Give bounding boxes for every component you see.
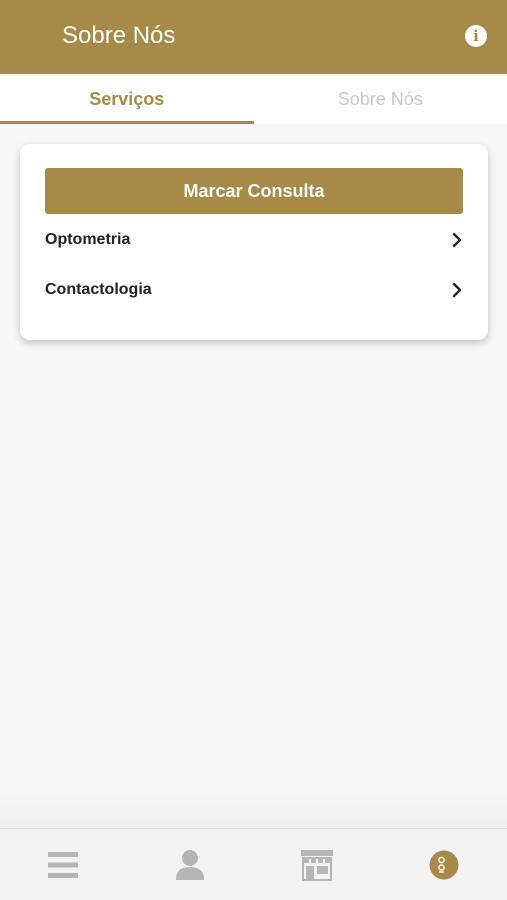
chevron-right-icon xyxy=(452,282,462,298)
tab-sobre-nos[interactable]: Sobre Nós xyxy=(254,74,507,124)
store-icon xyxy=(300,849,333,881)
tabbar-item-store[interactable] xyxy=(254,829,381,900)
chevron-right-icon xyxy=(452,232,462,248)
services-card: Marcar Consulta Optometria Contactologia xyxy=(20,144,488,340)
user-icon xyxy=(176,849,205,880)
bottom-tab-bar xyxy=(0,828,507,900)
tab-servicos[interactable]: Serviços xyxy=(0,74,254,124)
tab-bar-top: Serviços Sobre Nós xyxy=(0,74,507,124)
page-title: Sobre Nós xyxy=(62,22,176,49)
info-button[interactable]: i xyxy=(465,25,487,47)
app-header: Sobre Nós i xyxy=(0,0,507,74)
bottom-fade xyxy=(0,780,507,828)
tabbar-item-profile[interactable] xyxy=(127,829,254,900)
info-icon: i xyxy=(473,26,479,45)
tabbar-item-about[interactable] xyxy=(380,829,507,900)
menu-icon xyxy=(48,851,79,878)
list-item-label: Contactologia xyxy=(45,281,152,298)
about-icon xyxy=(429,850,459,879)
tabbar-item-menu[interactable] xyxy=(0,829,127,900)
list-item-optometria[interactable]: Optometria xyxy=(45,225,463,255)
book-appointment-button[interactable]: Marcar Consulta xyxy=(45,168,463,214)
list-item-label: Optometria xyxy=(45,231,131,248)
list-item-contactologia[interactable]: Contactologia xyxy=(45,275,463,305)
